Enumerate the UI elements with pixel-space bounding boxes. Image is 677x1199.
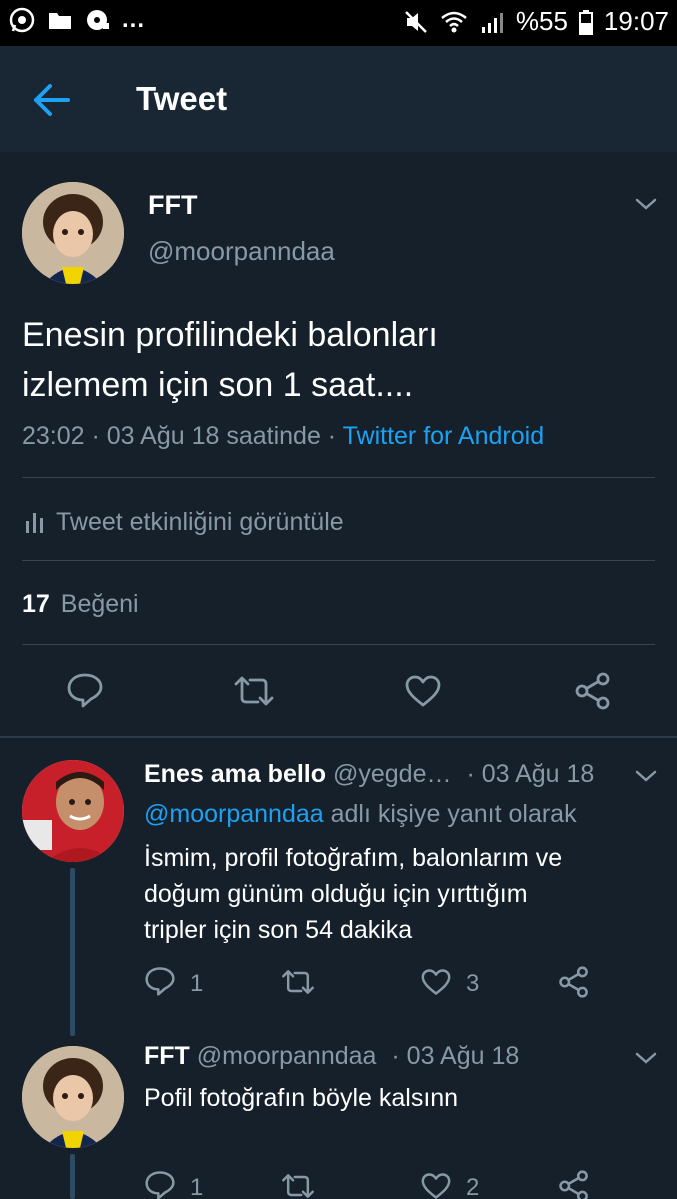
reply-text: İsmim, profil fotoğrafım, balonlarım ve … bbox=[144, 840, 562, 948]
author-name[interactable]: FFT bbox=[148, 190, 197, 221]
like-button[interactable] bbox=[420, 1172, 452, 1199]
tweet-text-line: Enesin profilindeki balonları bbox=[22, 316, 438, 354]
share-button[interactable] bbox=[558, 1170, 590, 1199]
chevron-down-icon bbox=[635, 1052, 657, 1064]
likes-summary[interactable]: 17 Beğeni bbox=[22, 590, 139, 619]
tweet-text-line: izlemem için son 1 saat.... bbox=[22, 366, 414, 404]
divider bbox=[22, 560, 655, 561]
reply-count: 1 bbox=[190, 970, 204, 997]
reply-header: Enes ama bello @yegde… · 03 Ağu 18 bbox=[144, 760, 594, 789]
clock-time: 19:07 bbox=[603, 6, 669, 36]
chevron-down-icon bbox=[635, 198, 657, 210]
author-handle[interactable]: @moorpanndaa bbox=[148, 236, 335, 267]
reply-count: 1 bbox=[190, 1174, 204, 1199]
reply-tweet[interactable]: Enes ama bello @yegde… · 03 Ağu 18 @moor… bbox=[0, 738, 677, 1038]
app-bar: Tweet bbox=[0, 46, 677, 152]
reply-button[interactable] bbox=[144, 1170, 176, 1199]
share-icon bbox=[575, 672, 610, 710]
reply-context: @moorpanndaa adlı kişiye yanıt olarak bbox=[144, 800, 577, 829]
thread-line bbox=[70, 1154, 75, 1199]
tweet-menu-button[interactable] bbox=[632, 764, 660, 788]
heart-icon bbox=[421, 1173, 451, 1199]
reply-icon bbox=[67, 673, 103, 708]
folder-icon bbox=[46, 6, 74, 34]
author-name[interactable]: FFT bbox=[144, 1042, 190, 1070]
reply-to-suffix: adlı kişiye yanıt olarak bbox=[330, 800, 577, 828]
share-button[interactable] bbox=[574, 672, 612, 710]
thread-line bbox=[70, 868, 75, 1036]
analytics-icon bbox=[26, 513, 43, 533]
more-notifications-text: ... bbox=[122, 6, 146, 33]
author-handle[interactable]: @yegde… bbox=[333, 760, 452, 788]
battery-icon bbox=[578, 8, 594, 36]
reply-text-line: tripler için son 54 dakika bbox=[144, 916, 413, 944]
battery-percentage: %55 bbox=[515, 6, 568, 36]
status-bar-right: %55 19:07 bbox=[402, 6, 669, 37]
retweet-icon bbox=[282, 1174, 314, 1198]
avatar[interactable] bbox=[22, 1046, 124, 1148]
tweet-activity-link[interactable]: Tweet etkinliğini görüntüle bbox=[22, 504, 344, 540]
avatar[interactable] bbox=[22, 760, 124, 862]
heart-icon bbox=[421, 969, 451, 995]
status-bar-left: ... bbox=[8, 6, 145, 34]
likes-label: Beğeni bbox=[60, 590, 139, 618]
tweet-timestamp: 23:02 · 03 Ağu 18 saatinde · bbox=[22, 422, 337, 450]
reply-date: · 03 Ağu 18 bbox=[466, 760, 595, 788]
reply-icon bbox=[145, 1171, 175, 1199]
share-icon bbox=[559, 1170, 588, 1199]
like-button[interactable] bbox=[420, 968, 452, 996]
reply-icon bbox=[145, 967, 175, 996]
like-count: 3 bbox=[466, 970, 480, 997]
likes-count: 17 bbox=[22, 590, 50, 618]
divider bbox=[22, 644, 655, 645]
reply-text-line: Pofil fotoğrafın böyle kalsınn bbox=[144, 1084, 459, 1112]
share-button[interactable] bbox=[558, 966, 590, 998]
reply-tweet[interactable]: FFT @moorpanndaa · 03 Ağu 18 Pofil fotoğ… bbox=[0, 1038, 677, 1199]
tweet-source-link[interactable]: Twitter for Android bbox=[343, 422, 544, 450]
reply-header: FFT @moorpanndaa · 03 Ağu 18 bbox=[144, 1042, 519, 1071]
reply-text-line: İsmim, profil fotoğrafım, balonlarım ve bbox=[144, 844, 563, 872]
tweet-activity-label: Tweet etkinliğini görüntüle bbox=[56, 507, 344, 536]
back-button[interactable] bbox=[30, 80, 74, 120]
retweet-icon bbox=[234, 676, 274, 706]
tweet-menu-button[interactable] bbox=[632, 1046, 660, 1070]
share-icon bbox=[559, 966, 588, 998]
media-icon bbox=[84, 6, 112, 34]
main-tweet: FFT @moorpanndaa Enesin profilindeki bal… bbox=[0, 152, 677, 737]
reply-text-line: doğum günüm olduğu için yırttığım bbox=[144, 880, 528, 908]
mute-icon bbox=[402, 8, 430, 36]
avatar[interactable] bbox=[22, 182, 124, 284]
retweet-button[interactable] bbox=[280, 1172, 316, 1199]
back-arrow-icon bbox=[34, 84, 70, 116]
wifi-icon bbox=[440, 8, 468, 36]
tweet-text: Enesin profilindeki balonları izlemem iç… bbox=[22, 310, 438, 410]
author-name[interactable]: Enes ama bello bbox=[144, 760, 326, 788]
tweet-meta: 23:02 · 03 Ağu 18 saatinde · Twitter for… bbox=[22, 422, 544, 451]
status-bar: ... %55 19:07 bbox=[0, 0, 677, 46]
tweet-menu-button[interactable] bbox=[632, 192, 660, 216]
retweet-button[interactable] bbox=[280, 968, 316, 996]
reply-to-handle[interactable]: @moorpanndaa bbox=[144, 800, 324, 828]
reply-button[interactable] bbox=[144, 966, 176, 996]
reply-button[interactable] bbox=[66, 672, 104, 708]
author-handle[interactable]: @moorpanndaa bbox=[197, 1042, 377, 1070]
whatsapp-icon bbox=[8, 6, 36, 34]
reply-text: Pofil fotoğrafın böyle kalsınn bbox=[144, 1080, 458, 1116]
retweet-button[interactable] bbox=[232, 674, 276, 708]
reply-date: · 03 Ağu 18 bbox=[391, 1042, 520, 1070]
like-count: 2 bbox=[466, 1174, 480, 1199]
page-title: Tweet bbox=[136, 80, 228, 117]
signal-icon bbox=[478, 8, 506, 36]
divider bbox=[22, 477, 655, 478]
chevron-down-icon bbox=[635, 770, 657, 782]
heart-icon bbox=[405, 675, 441, 707]
like-button[interactable] bbox=[404, 674, 442, 708]
retweet-icon bbox=[282, 970, 314, 994]
